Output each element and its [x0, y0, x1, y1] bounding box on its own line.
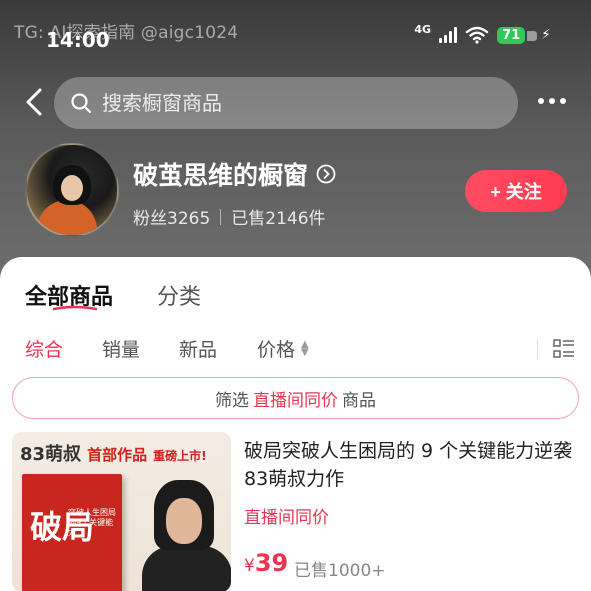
banner-works: 首部作品	[87, 446, 148, 464]
search-input[interactable]	[102, 91, 482, 115]
book-cover: 破局 突破人生困局的9个关键能力	[22, 474, 122, 591]
product-panel: 全部商品 分类 综合 销量 新品 价格 ▲ ▼ 筛选 直播间同价 商品 83萌叔 …	[0, 257, 591, 591]
fans-count: 粉丝3265	[133, 209, 211, 229]
battery-level: 71	[497, 26, 538, 44]
sort-arrows-icon: ▲ ▼	[301, 338, 309, 358]
status-time: 14:00	[46, 28, 110, 52]
live-price-filter[interactable]: 筛选 直播间同价 商品	[12, 377, 579, 419]
tab-category[interactable]: 分类	[157, 279, 201, 311]
sold-count: 已售2146件	[231, 209, 326, 229]
status-indicators: 4G 71 ⚡	[414, 22, 551, 44]
filter-suffix: 商品	[342, 390, 376, 411]
follow-button[interactable]: + 关注	[465, 170, 567, 212]
stats-divider	[220, 208, 222, 225]
shop-name-link[interactable]: 破茧思维的橱窗	[133, 156, 336, 192]
wifi-icon	[465, 26, 489, 44]
charging-icon: ⚡	[541, 27, 551, 43]
shop-stats: 粉丝3265 已售2146件	[133, 204, 326, 229]
product-banner: 83萌叔 首部作品 重磅上市!	[20, 440, 207, 466]
sort-divider	[537, 339, 538, 359]
sort-price[interactable]: 价格 ▲ ▼	[257, 335, 309, 362]
sort-sales[interactable]: 销量	[102, 335, 140, 362]
product-title[interactable]: 破局突破人生困局的 9 个关键能力逆袭83萌叔力作	[244, 437, 574, 493]
sort-comprehensive[interactable]: 综合	[25, 335, 63, 362]
sort-price-label: 价格	[257, 339, 296, 361]
back-icon[interactable]	[22, 86, 50, 118]
chevron-right-circle-icon	[316, 164, 336, 184]
product-price-tag: 直播间同价	[244, 508, 329, 528]
shop-name: 破茧思维的橱窗	[133, 161, 309, 190]
product-image[interactable]: 83萌叔 首部作品 重磅上市! 破局 突破人生困局的9个关键能力	[12, 432, 231, 591]
active-tab-indicator	[52, 305, 98, 311]
network-type: 4G	[414, 22, 432, 36]
banner-author: 83萌叔	[20, 444, 82, 465]
author-photo	[140, 480, 231, 591]
book-cover-subtitle: 突破人生困局的9个关键能力	[68, 508, 116, 537]
product-sold: 已售1000+	[294, 561, 386, 581]
list-layout-icon[interactable]	[553, 338, 575, 360]
search-icon	[71, 93, 92, 114]
price-value: 39	[254, 549, 289, 577]
product-price: ¥ 39	[244, 549, 288, 577]
filter-prefix: 筛选	[215, 390, 249, 411]
sort-new[interactable]: 新品	[179, 335, 217, 362]
shop-avatar[interactable]	[25, 143, 119, 237]
more-options-icon[interactable]	[538, 98, 566, 104]
filter-highlight: 直播间同价	[253, 390, 338, 411]
signal-icon	[439, 27, 458, 43]
price-currency: ¥	[244, 556, 255, 576]
search-bar[interactable]	[54, 77, 518, 129]
banner-launch: 重磅上市!	[153, 449, 207, 463]
